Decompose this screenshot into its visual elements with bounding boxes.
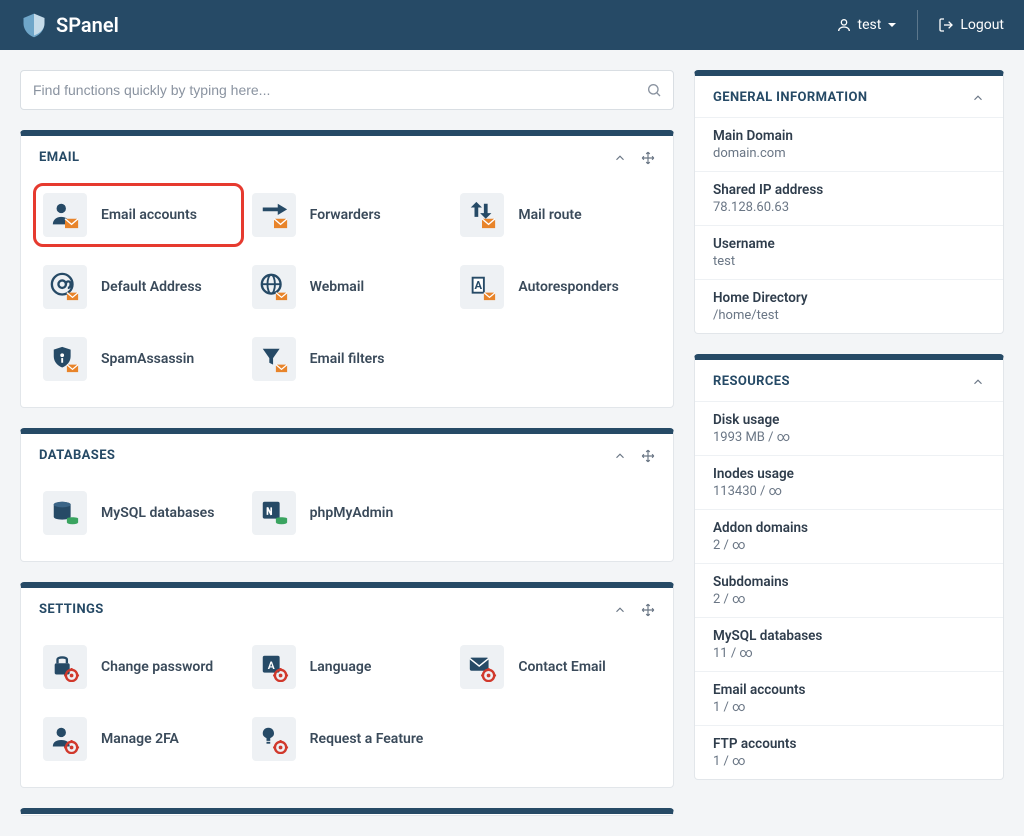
collapse-icon[interactable] — [971, 91, 985, 105]
resources-panel: RESOURCES Disk usage1993 MB / ∞ Inodes u… — [694, 354, 1004, 780]
contact-email-icon — [467, 652, 497, 682]
svg-text:A: A — [475, 279, 483, 292]
tool-phpmyadmin[interactable]: phpMyAdmin — [248, 487, 447, 539]
tool-forwarders[interactable]: Forwarders — [248, 189, 447, 241]
section-partial — [20, 808, 674, 816]
section-email: EMAIL Email accounts Forwarders — [20, 130, 674, 408]
resource-row: Inodes usage113430 / ∞ — [695, 455, 1003, 509]
tool-label: Autoresponders — [518, 279, 618, 295]
tool-label: Email accounts — [101, 207, 197, 223]
phpmyadmin-icon — [259, 498, 289, 528]
brand-text: SPanel — [56, 13, 119, 37]
tool-label: Mail route — [518, 207, 581, 223]
info-row: Main Domaindomain.com — [695, 117, 1003, 171]
topbar: SPanel test Logout — [0, 0, 1024, 50]
request-feature-icon — [259, 724, 289, 754]
brand-icon — [20, 11, 48, 39]
section-databases: DATABASES MySQL databases phpMyAdmin — [20, 428, 674, 562]
resource-row: Email accounts1 / ∞ — [695, 671, 1003, 725]
user-name: test — [858, 17, 882, 33]
resource-row: Addon domains2 / ∞ — [695, 509, 1003, 563]
move-icon[interactable] — [641, 449, 655, 463]
tool-mail-route[interactable]: Mail route — [456, 189, 655, 241]
collapse-icon[interactable] — [613, 449, 627, 463]
section-title: EMAIL — [39, 150, 79, 165]
tool-label: MySQL databases — [101, 505, 214, 521]
info-row: Usernametest — [695, 225, 1003, 279]
section-title: SETTINGS — [39, 602, 104, 617]
email-filters-icon — [259, 344, 289, 374]
change-password-icon — [50, 652, 80, 682]
webmail-icon — [259, 272, 289, 302]
mysql-databases-icon — [50, 498, 80, 528]
resource-row: FTP accounts1 / ∞ — [695, 725, 1003, 779]
logout-icon — [938, 17, 954, 33]
tool-mysql-databases[interactable]: MySQL databases — [39, 487, 238, 539]
manage-2fa-icon — [50, 724, 80, 754]
tool-label: phpMyAdmin — [310, 505, 394, 521]
tool-label: Request a Feature — [310, 731, 424, 747]
tool-label: Change password — [101, 659, 213, 675]
info-row: Home Directory/home/test — [695, 279, 1003, 333]
tool-label: Webmail — [310, 279, 364, 295]
panel-title: RESOURCES — [713, 374, 790, 389]
section-settings: SETTINGS Change password A Language — [20, 582, 674, 788]
collapse-icon[interactable] — [971, 375, 985, 389]
search-input[interactable] — [20, 70, 674, 110]
tool-label: Default Address — [101, 279, 202, 295]
move-icon[interactable] — [641, 603, 655, 617]
info-row: Shared IP address78.128.60.63 — [695, 171, 1003, 225]
caret-down-icon — [887, 20, 897, 30]
section-title: DATABASES — [39, 448, 115, 463]
mail-route-icon — [467, 200, 497, 230]
tool-label: Language — [310, 659, 372, 675]
forwarders-icon — [259, 200, 289, 230]
resource-row: MySQL databases11 / ∞ — [695, 617, 1003, 671]
brand[interactable]: SPanel — [20, 11, 119, 39]
tool-email-accounts[interactable]: Email accounts — [39, 189, 238, 241]
resource-row: Subdomains2 / ∞ — [695, 563, 1003, 617]
general-info-panel: GENERAL INFORMATION Main Domaindomain.co… — [694, 70, 1004, 334]
spamassassin-icon — [50, 344, 80, 374]
logout-label: Logout — [960, 17, 1004, 33]
tool-manage-2fa[interactable]: Manage 2FA — [39, 713, 238, 765]
tool-spamassassin[interactable]: SpamAssassin — [39, 333, 238, 385]
tool-contact-email[interactable]: Contact Email — [456, 641, 655, 693]
tool-autoresponders[interactable]: A Autoresponders — [456, 261, 655, 313]
tool-webmail[interactable]: Webmail — [248, 261, 447, 313]
tool-label: Manage 2FA — [101, 731, 179, 747]
tool-change-password[interactable]: Change password — [39, 641, 238, 693]
user-dropdown[interactable]: test — [836, 17, 898, 33]
collapse-icon[interactable] — [613, 603, 627, 617]
tool-language[interactable]: A Language — [248, 641, 447, 693]
tool-email-filters[interactable]: Email filters — [248, 333, 447, 385]
logout-button[interactable]: Logout — [917, 10, 1004, 40]
tool-label: Forwarders — [310, 207, 381, 223]
collapse-icon[interactable] — [613, 151, 627, 165]
move-icon[interactable] — [641, 151, 655, 165]
email-accounts-icon — [50, 200, 80, 230]
resource-row: Disk usage1993 MB / ∞ — [695, 401, 1003, 455]
tool-label: Email filters — [310, 351, 385, 367]
tool-default-address[interactable]: Default Address — [39, 261, 238, 313]
autoresponders-icon: A — [467, 272, 497, 302]
language-icon: A — [259, 652, 289, 682]
svg-text:A: A — [267, 659, 274, 672]
panel-title: GENERAL INFORMATION — [713, 90, 867, 105]
user-icon — [836, 17, 852, 33]
default-address-icon — [50, 272, 80, 302]
tool-label: Contact Email — [518, 659, 605, 675]
tool-label: SpamAssassin — [101, 351, 194, 367]
tool-request-feature[interactable]: Request a Feature — [248, 713, 447, 765]
search-icon — [646, 82, 662, 98]
